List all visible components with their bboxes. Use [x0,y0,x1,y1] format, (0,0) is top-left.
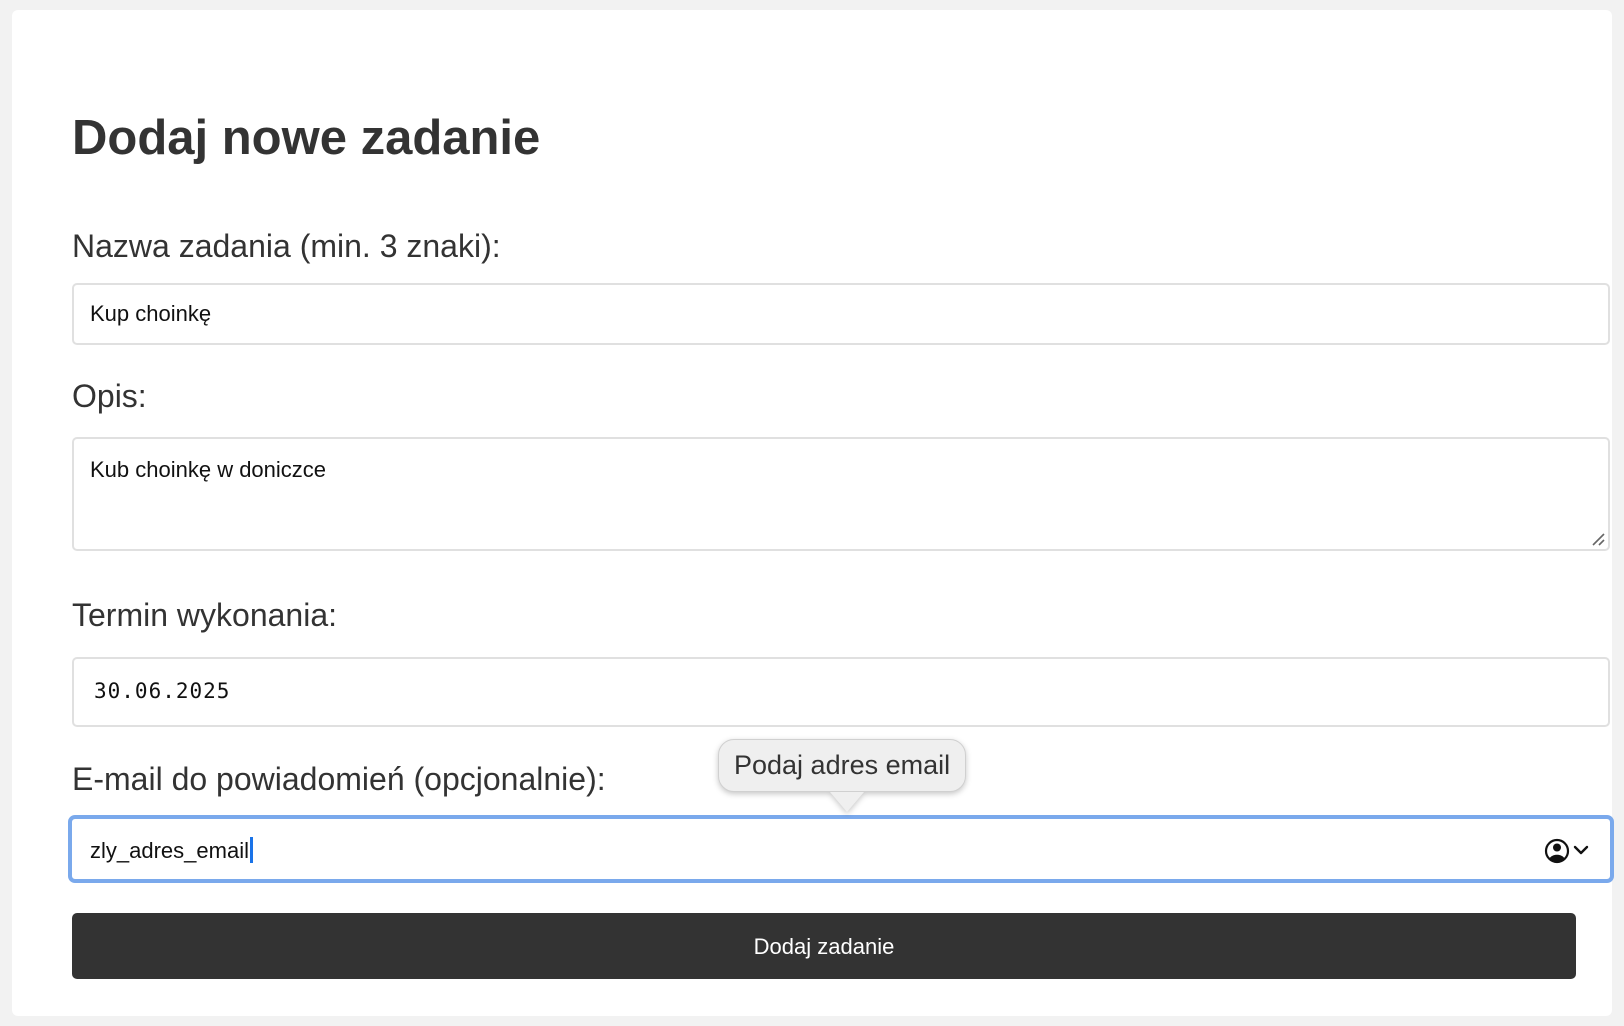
description-textarea[interactable]: Kub choinkę w doniczce [72,437,1610,551]
description-label: Opis: [72,378,147,414]
validation-tooltip: Podaj adres email [718,739,967,812]
task-name-value: Kup choinkę [90,301,212,326]
task-name-label: Nazwa zadania (min. 3 znaki): [72,228,501,264]
page-title: Dodaj nowe zadanie [72,111,541,165]
contact-autofill-icon[interactable] [1544,837,1592,865]
form-card: Dodaj nowe zadanie Nazwa zadania (min. 3… [12,10,1614,1016]
resize-handle-icon[interactable] [1590,531,1606,547]
submit-task-button[interactable]: Dodaj zadanie [72,913,1576,979]
email-input[interactable]: zly_adres_email [68,815,1614,883]
due-date-value: 30.06.2025 [94,679,231,703]
tooltip-arrow [830,792,864,812]
email-label: E-mail do powiadomień (opcjonalnie): [72,761,606,797]
task-name-input[interactable]: Kup choinkę [72,283,1610,345]
text-caret [249,837,253,863]
validation-tooltip-text: Podaj adres email [718,739,967,793]
email-value: zly_adres_email [90,838,249,863]
description-value: Kub choinkę w doniczce [90,457,327,482]
due-date-label: Termin wykonania: [72,597,337,633]
due-date-input[interactable]: 30.06.2025 [72,657,1610,727]
email-value-wrap: zly_adres_email [90,837,253,864]
